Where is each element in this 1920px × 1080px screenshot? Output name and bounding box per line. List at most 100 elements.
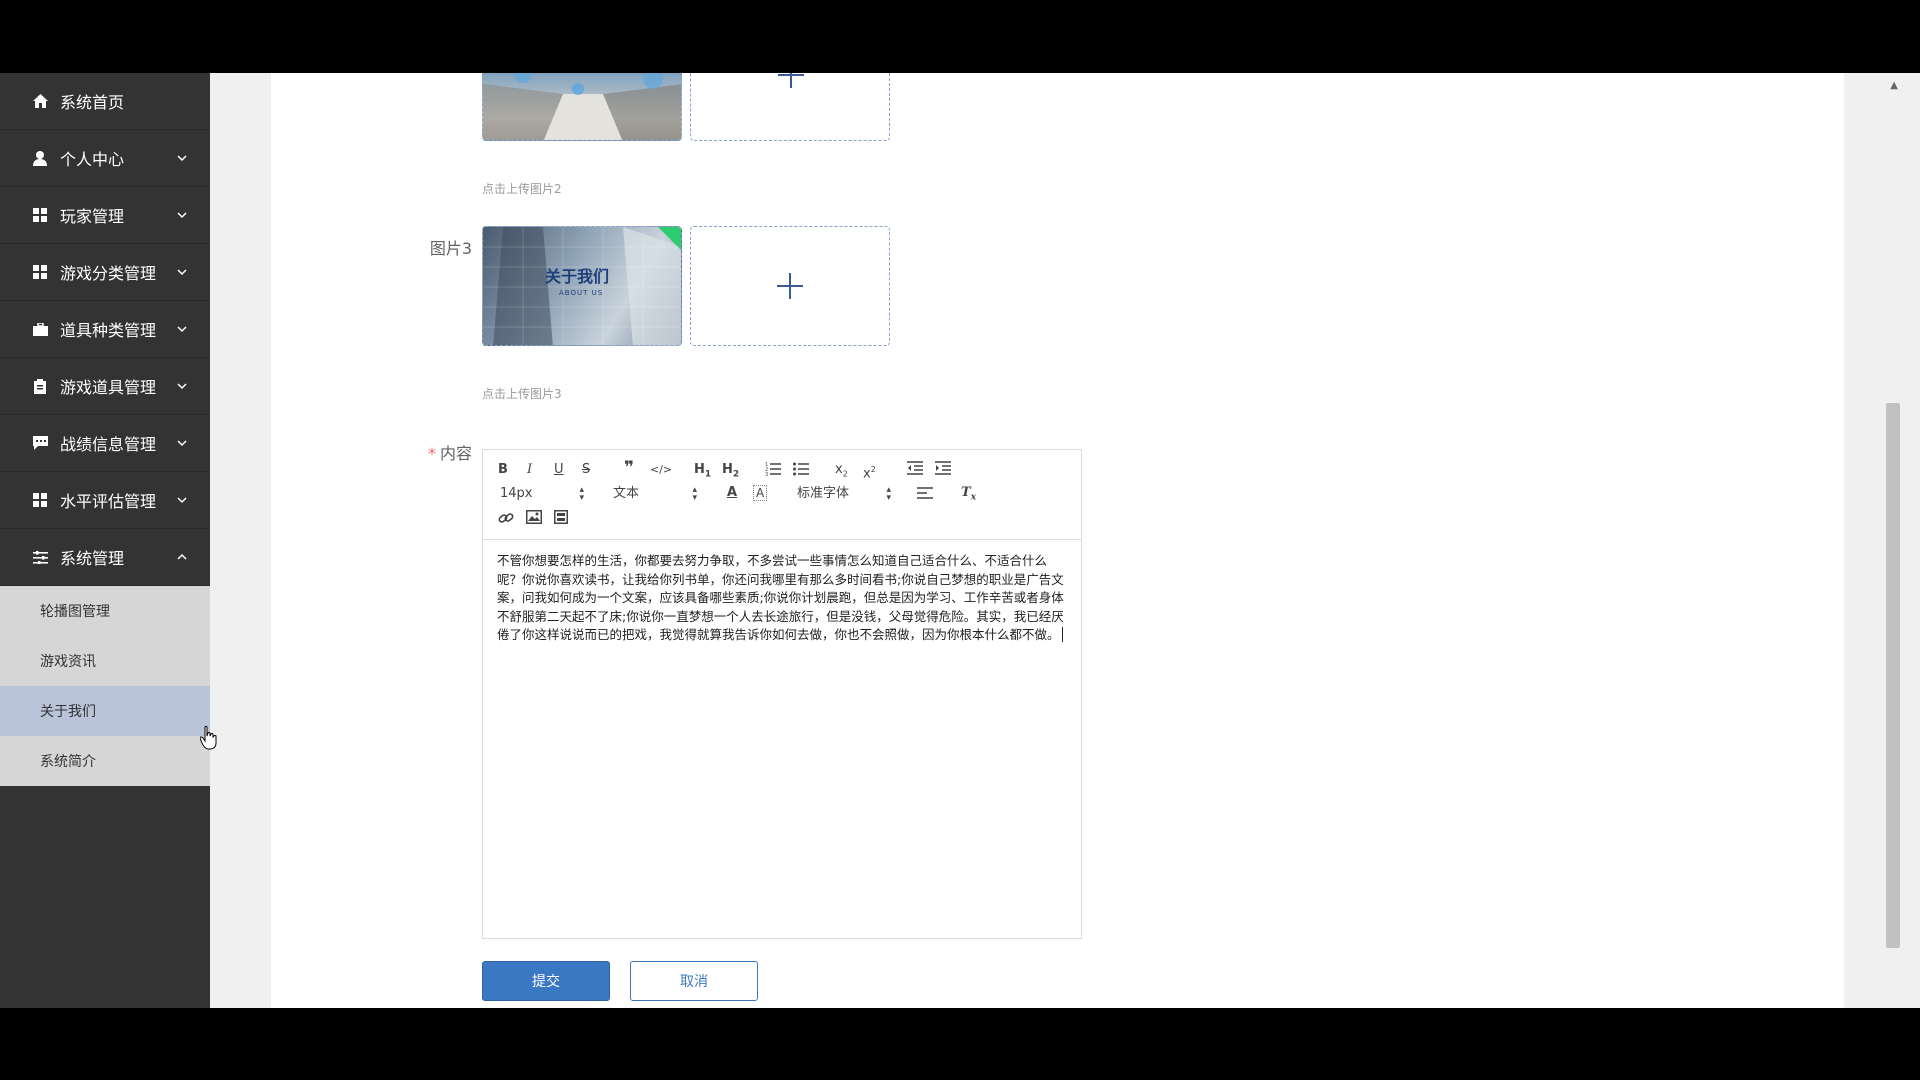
italic-icon[interactable]: I	[527, 462, 532, 478]
sidebar-item-system-management[interactable]: 系统管理	[0, 529, 210, 586]
scroll-up-arrow-icon[interactable]: ▲	[1890, 81, 1898, 91]
plus-icon	[777, 273, 803, 299]
background-color-icon[interactable]: A	[753, 485, 768, 501]
sidebar-item-label: 战绩信息管理	[60, 435, 157, 454]
chevron-down-icon	[177, 440, 187, 447]
submenu-item-game-news[interactable]: 游戏资讯	[0, 636, 210, 686]
outdent-icon[interactable]	[907, 460, 923, 481]
chevron-down-icon	[177, 212, 187, 219]
submenu-item-label: 轮播图管理	[40, 604, 110, 620]
chevron-down-icon	[177, 497, 187, 504]
block-type-select[interactable]: 文本 ▴ ▾	[613, 485, 697, 503]
content-label: * 内容	[427, 444, 472, 463]
bold-icon[interactable]: B	[498, 462, 508, 478]
picture3-label: 图片3	[429, 239, 472, 258]
heading1-icon[interactable]: H1	[694, 462, 711, 483]
sidebar-item-item-type[interactable]: 道具种类管理	[0, 301, 210, 358]
picture2-upload-button[interactable]	[690, 73, 890, 141]
sidebar-item-label: 系统管理	[60, 549, 125, 568]
cancel-button[interactable]: 取消	[630, 961, 758, 1001]
chevron-down-icon	[177, 155, 187, 162]
sliders-icon	[32, 549, 48, 565]
home-icon	[32, 93, 48, 109]
svg-text:3: 3	[765, 472, 768, 476]
heading2-icon[interactable]: H2	[722, 462, 739, 483]
chevron-up-icon	[177, 553, 187, 560]
link-icon[interactable]	[498, 510, 514, 531]
editor-toolbar: B I U S ❞ </> H1 H2 123 x2 x2 14px ▴ ▾ 文…	[483, 450, 1081, 540]
sidebar-item-game-items[interactable]: 游戏道具管理	[0, 358, 210, 415]
scroll-thumb[interactable]	[1886, 403, 1900, 948]
blockquote-icon[interactable]: ❞	[624, 460, 634, 477]
picture2-hint: 点击上传图片2	[482, 182, 562, 196]
briefcase-icon	[32, 321, 48, 337]
video-icon[interactable]	[554, 510, 568, 529]
picture2-thumbnail[interactable]	[482, 73, 682, 141]
font-size-value: 14px	[500, 486, 533, 501]
picture3-thumb-subtitle: ABOUT US	[559, 289, 604, 297]
picture3-thumb-title: 关于我们	[545, 267, 610, 286]
sidebar-item-label: 游戏道具管理	[60, 378, 157, 397]
font-size-select[interactable]: 14px ▴ ▾	[500, 485, 584, 503]
indent-icon[interactable]	[935, 460, 951, 481]
picture3-thumbnail[interactable]: 关于我们 ABOUT US	[482, 226, 682, 346]
rich-text-editor[interactable]: B I U S ❞ </> H1 H2 123 x2 x2 14px ▴ ▾ 文…	[482, 449, 1082, 939]
sidebar-item-label: 道具种类管理	[60, 321, 157, 340]
sidebar-item-label: 游戏分类管理	[60, 264, 157, 283]
select-arrows-icon: ▴ ▾	[886, 485, 891, 503]
sidebar-item-battle-record[interactable]: 战绩信息管理	[0, 415, 210, 472]
submenu-item-label: 游戏资讯	[40, 654, 96, 670]
font-color-icon[interactable]: A	[727, 485, 737, 501]
submenu-item-system-intro[interactable]: 系统简介	[0, 736, 210, 786]
picture3-hint: 点击上传图片3	[482, 387, 562, 401]
picture3-upload-button[interactable]	[690, 226, 890, 346]
user-icon	[32, 150, 48, 166]
superscript-icon[interactable]: x2	[863, 462, 876, 482]
bullet-list-icon[interactable]	[793, 460, 809, 481]
screen: 系统首页 个人中心 玩家管理 游戏分类管理 道具种类管理 游戏道具管理 战绩信息…	[0, 73, 1920, 1008]
select-arrows-icon: ▴ ▾	[579, 485, 584, 503]
font-family-value: 标准字体	[797, 486, 850, 501]
underline-icon[interactable]: U	[554, 462, 564, 478]
editor-text: 不管你想要怎样的生活，你都要去努力争取，不多尝试一些事情怎么知道自己适合什么、不…	[497, 553, 1064, 642]
ordered-list-icon[interactable]: 123	[765, 460, 781, 481]
system-management-submenu: 轮播图管理 游戏资讯 关于我们 系统简介	[0, 586, 210, 786]
subscript-icon[interactable]: x2	[835, 462, 848, 483]
submenu-item-carousel[interactable]: 轮播图管理	[0, 586, 210, 636]
submit-button[interactable]: 提交	[482, 961, 610, 1001]
sidebar-item-home[interactable]: 系统首页	[0, 73, 210, 130]
text-cursor	[1061, 627, 1063, 642]
clear-format-icon[interactable]: Tx	[961, 485, 976, 506]
scrollbar[interactable]: ▲	[1884, 73, 1902, 1008]
plus-icon	[778, 73, 804, 88]
sidebar-item-level-assessment[interactable]: 水平评估管理	[0, 472, 210, 529]
code-block-icon[interactable]: </>	[650, 462, 672, 478]
grid-icon	[32, 207, 48, 223]
chat-icon	[32, 435, 48, 451]
submenu-item-about-us[interactable]: 关于我们	[0, 686, 210, 736]
sidebar-item-label: 水平评估管理	[60, 492, 157, 511]
sidebar: 系统首页 个人中心 玩家管理 游戏分类管理 道具种类管理 游戏道具管理 战绩信息…	[0, 73, 210, 1008]
align-icon[interactable]	[917, 486, 933, 505]
sidebar-item-label: 玩家管理	[60, 207, 125, 226]
grid-icon	[32, 492, 48, 508]
chevron-down-icon	[177, 383, 187, 390]
strikethrough-icon[interactable]: S	[582, 462, 590, 478]
submenu-item-label: 关于我们	[40, 704, 96, 720]
editor-content[interactable]: 不管你想要怎样的生活，你都要去努力争取，不多尝试一些事情怎么知道自己适合什么、不…	[483, 540, 1081, 657]
clipboard-icon	[32, 378, 48, 394]
select-arrows-icon: ▴ ▾	[692, 485, 697, 503]
sidebar-item-personal-center[interactable]: 个人中心	[0, 130, 210, 187]
submenu-item-label: 系统简介	[40, 754, 96, 770]
block-type-value: 文本	[613, 486, 640, 501]
grid-icon	[32, 264, 48, 280]
required-mark: *	[427, 444, 436, 463]
sidebar-item-game-category[interactable]: 游戏分类管理	[0, 244, 210, 301]
font-family-select[interactable]: 标准字体 ▴ ▾	[797, 485, 891, 503]
hand-cursor-icon	[200, 726, 217, 750]
sidebar-item-label: 系统首页	[60, 93, 125, 112]
image-icon[interactable]	[526, 510, 542, 529]
chevron-down-icon	[177, 326, 187, 333]
sidebar-item-label: 个人中心	[60, 150, 125, 169]
sidebar-item-player-management[interactable]: 玩家管理	[0, 187, 210, 244]
